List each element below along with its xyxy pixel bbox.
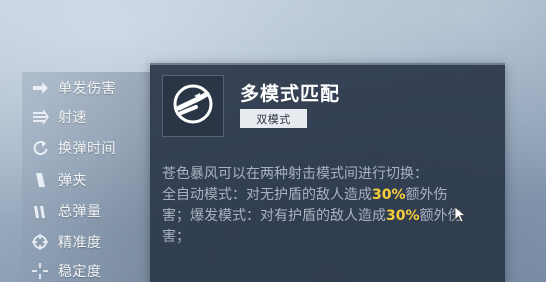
stat-row-fire-rate[interactable]: 射速 <box>30 106 155 128</box>
desc-line-burst: 害；爆发模式：对有护盾的敌人造成30%额外伤 <box>162 206 502 227</box>
stat-label: 单发伤害 <box>58 81 116 97</box>
stat-row-stability[interactable]: 稳定度 <box>30 260 155 282</box>
perk-title: 多模式匹配 <box>240 83 341 105</box>
stat-label: 总弹量 <box>58 204 102 220</box>
stat-row-magazine[interactable]: 弹夹 <box>30 169 155 191</box>
desc-line-full-auto: 全自动模式：对无护盾的敌人造成30%额外伤 <box>162 185 502 206</box>
mouse-cursor-icon <box>454 206 468 224</box>
reload-icon <box>30 138 50 158</box>
stat-label: 弹夹 <box>58 173 87 189</box>
stat-label: 换弹时间 <box>58 141 116 157</box>
stat-row-damage[interactable]: 单发伤害 <box>30 77 155 99</box>
bonus-percent: 30% <box>386 208 420 224</box>
stat-label: 精准度 <box>58 235 102 251</box>
stat-row-reload[interactable]: 换弹时间 <box>30 137 155 159</box>
desc-text: 害；爆发模式：对有护盾的敌人造成 <box>162 208 386 224</box>
desc-text: 全自动模式：对无护盾的敌人造成 <box>162 187 372 203</box>
bonus-percent: 30% <box>372 187 406 203</box>
stat-row-total-ammo[interactable]: 总弹量 <box>30 200 155 222</box>
crosshair-icon <box>30 232 50 252</box>
perk-tooltip: 多模式匹配 双模式 苍色暴风可以在两种射击模式间进行切换： 全自动模式：对无护盾… <box>150 63 505 282</box>
stability-icon <box>30 261 50 281</box>
perk-description: 苍色暴风可以在两种射击模式间进行切换： 全自动模式：对无护盾的敌人造成30%额外… <box>162 164 502 248</box>
fire-rate-icon <box>30 107 50 127</box>
dual-mode-icon <box>170 81 216 131</box>
perk-icon-frame <box>162 75 224 137</box>
ammo-icon <box>30 201 50 221</box>
desc-line-end: 害； <box>162 229 190 245</box>
arrow-right-icon <box>30 78 50 98</box>
stat-label: 稳定度 <box>58 264 102 280</box>
desc-intro: 苍色暴风可以在两种射击模式间进行切换： <box>162 166 428 182</box>
stat-label: 射速 <box>58 110 87 126</box>
stat-row-accuracy[interactable]: 精准度 <box>30 231 155 253</box>
desc-text: 额外伤 <box>405 187 448 203</box>
magazine-icon <box>30 170 50 190</box>
mode-badge: 双模式 <box>240 109 307 128</box>
